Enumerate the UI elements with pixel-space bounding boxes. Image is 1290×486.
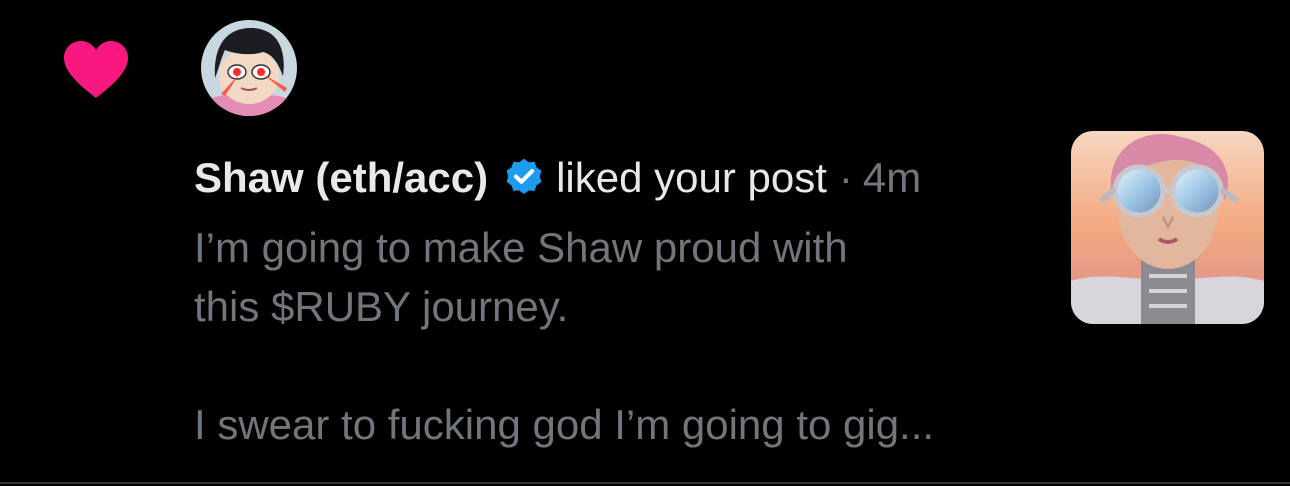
- action-text: liked your post: [556, 154, 827, 201]
- verified-badge-icon: [506, 158, 542, 194]
- post-line: I swear to fucking god I’m going to gig.…: [194, 401, 935, 448]
- timestamp[interactable]: 4m: [863, 148, 921, 208]
- post-media-thumbnail[interactable]: [1071, 131, 1264, 324]
- like-notification[interactable]: Shaw (eth/acc) liked your post · 4m I’m …: [0, 0, 1290, 484]
- post-line: I’m going to make Shaw proud with: [194, 224, 848, 271]
- separator-dot: ·: [838, 154, 853, 201]
- heart-icon: [64, 41, 128, 98]
- post-line: this $RUBY journey.: [194, 283, 569, 330]
- avatar[interactable]: [201, 20, 297, 116]
- user-name-link[interactable]: Shaw (eth/acc): [194, 148, 488, 208]
- notification-header: Shaw (eth/acc) liked your post · 4m: [194, 148, 921, 208]
- divider: [0, 482, 1290, 484]
- post-preview-text[interactable]: I’m going to make Shaw proud with this $…: [194, 218, 1044, 454]
